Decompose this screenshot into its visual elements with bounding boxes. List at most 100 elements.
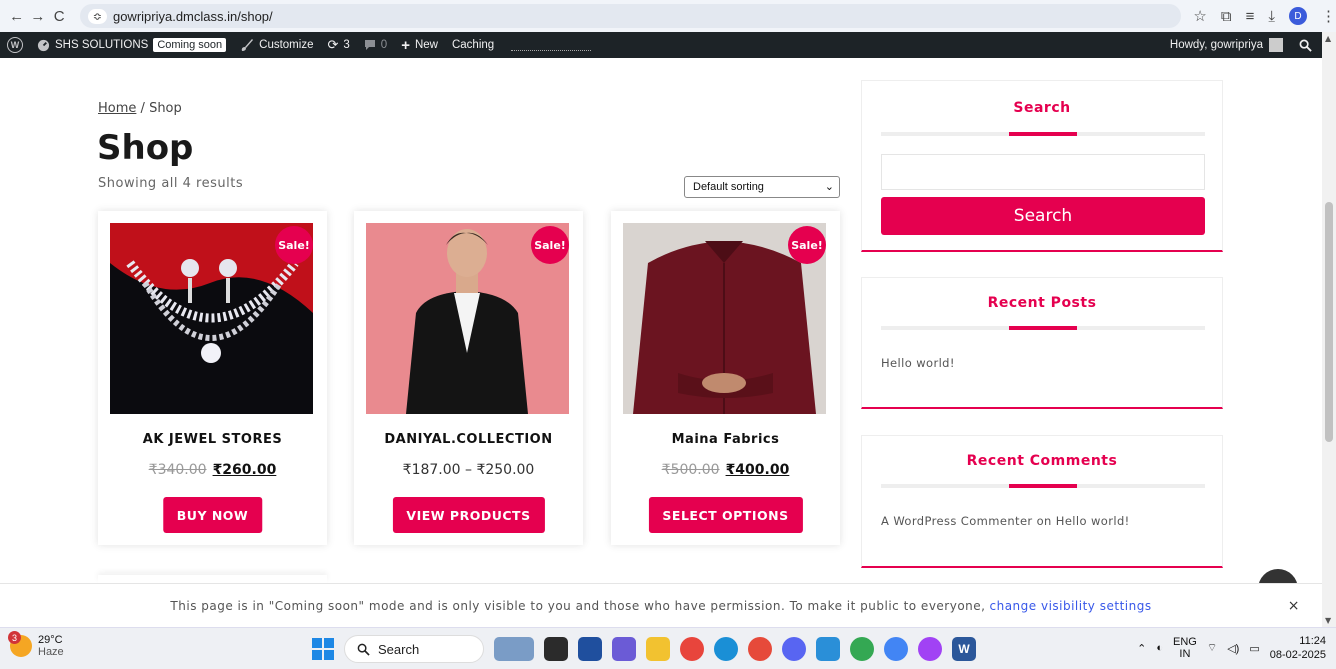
page-scrollbar[interactable]: ▲ ▼ [1322, 32, 1336, 627]
volume-icon[interactable]: ◁) [1227, 642, 1239, 655]
clock-time: 11:24 [1299, 635, 1326, 647]
coming-soon-notice: This page is in "Coming soon" mode and i… [0, 583, 1322, 627]
task-view-icon[interactable] [544, 637, 568, 661]
taskbar-search-label: Search [378, 641, 420, 657]
search-icon [357, 643, 370, 656]
profile-avatar[interactable]: D [1288, 7, 1307, 25]
file-explorer-icon[interactable] [646, 637, 670, 661]
copilot-icon[interactable] [612, 637, 636, 661]
scroll-down-arrow-icon[interactable]: ▼ [1325, 616, 1331, 625]
new-label: New [414, 39, 438, 51]
product-card: Sale! Maina Fabrics ₹500.00 ₹400.00 SELEC… [611, 211, 840, 545]
word-icon[interactable]: W [952, 637, 976, 661]
result-count: Showing all 4 results [98, 176, 244, 191]
search-button[interactable]: Search [881, 197, 1205, 235]
tray-app-icon[interactable]: ◐ [1156, 642, 1163, 654]
vivaldi-icon[interactable] [748, 637, 772, 661]
product-title[interactable]: AK JEWEL STORES [98, 432, 327, 447]
product-title[interactable]: Maina Fabrics [611, 432, 840, 447]
back-button[interactable]: ← [6, 8, 27, 25]
scrollbar-thumb[interactable] [1325, 202, 1333, 442]
breadcrumb-home-link[interactable]: Home [98, 101, 136, 116]
chrome-profile-icon[interactable] [884, 637, 908, 661]
visibility-settings-link[interactable]: change visibility settings [989, 599, 1151, 613]
edge-icon[interactable] [714, 637, 738, 661]
notepad-icon[interactable] [816, 637, 840, 661]
product-card: Sale! AK JEWEL STORES ₹340.00 ₹260.00 BUY… [98, 211, 327, 545]
sorting-select[interactable]: Default sorting ⌄ [684, 176, 840, 198]
sale-badge: Sale! [788, 226, 826, 264]
windows-start-icon[interactable] [312, 638, 334, 660]
taskbar-search[interactable]: Search [344, 635, 484, 663]
customize-link[interactable]: Customize [233, 32, 320, 58]
discord-icon[interactable] [782, 637, 806, 661]
system-clock[interactable]: 11:24 08-02-2025 [1270, 634, 1326, 662]
breadcrumb-current: Shop [149, 101, 182, 116]
comments-link[interactable]: 0 [357, 32, 394, 58]
dashboard-icon [37, 39, 50, 51]
select-options-button[interactable]: SELECT OPTIONS [648, 497, 803, 533]
chevron-down-icon: ⌄ [824, 181, 834, 193]
site-name-menu[interactable]: SHS SOLUTIONS Coming soon [30, 32, 233, 58]
updates-link[interactable]: ⟳ 3 [320, 32, 356, 58]
site-settings-icon[interactable]: ≎ [87, 8, 107, 24]
widget-title: Recent Posts [987, 295, 1097, 311]
regular-price: ₹500.00 [661, 462, 720, 478]
notice-text: This page is in "Coming soon" mode and i… [170, 598, 986, 613]
wp-admin-bar: W SHS SOLUTIONS Coming soon Customize ⟳ … [0, 32, 1322, 58]
admin-bar-placeholder [511, 39, 592, 51]
wordpress-icon: W [7, 37, 23, 53]
tab-search-icon[interactable]: ≡ [1246, 8, 1255, 25]
close-icon[interactable]: × [1288, 598, 1300, 614]
wp-logo-menu[interactable]: W [0, 32, 30, 58]
forward-button[interactable]: → [27, 8, 48, 25]
store-icon[interactable] [578, 637, 602, 661]
sale-badge: Sale! [275, 226, 313, 264]
region-code: IN [1179, 648, 1191, 660]
search-input[interactable] [881, 154, 1205, 190]
view-products-button[interactable]: VIEW PRODUCTS [392, 497, 545, 533]
user-avatar[interactable] [1269, 38, 1283, 52]
address-bar[interactable]: ≎ gowripriya.dmclass.in/shop/ [79, 4, 1182, 28]
howdy-user[interactable]: Howdy, gowripriya [1170, 39, 1263, 51]
product-price: ₹340.00 ₹260.00 [98, 462, 327, 478]
language-code: ENG [1173, 636, 1197, 648]
weather-condition: Haze [38, 646, 64, 658]
windows-taskbar: 3 29°C Haze Search W ⌃ ◐ ENG IN ⌔ ◁) ▭ 1… [0, 627, 1336, 669]
wifi-icon[interactable]: ⌔ [1207, 641, 1217, 655]
chrome-icon[interactable] [680, 637, 704, 661]
recent-comments-widget: Recent Comments A WordPress Commenter on… [861, 435, 1223, 568]
recent-post-link[interactable]: Hello world! [881, 356, 955, 370]
scroll-up-arrow-icon[interactable]: ▲ [1325, 34, 1331, 43]
chrome-profile-icon[interactable] [850, 637, 874, 661]
battery-icon[interactable]: ▭ [1249, 642, 1259, 655]
reload-button[interactable]: C [49, 8, 70, 25]
bookmark-star-icon[interactable]: ☆ [1193, 7, 1206, 25]
extensions-icon[interactable]: ⧉ [1221, 8, 1232, 25]
url-text: gowripriya.dmclass.in/shop/ [112, 8, 273, 24]
news-widget-icon[interactable] [494, 637, 534, 661]
new-content-menu[interactable]: + New [394, 32, 445, 58]
product-title[interactable]: DANIYAL.COLLECTION [354, 432, 583, 447]
widget-title: Search [1013, 100, 1071, 116]
widget-divider [881, 484, 1205, 488]
language-indicator[interactable]: ENG IN [1173, 636, 1197, 660]
tray-overflow-chevron-icon[interactable]: ⌃ [1137, 642, 1146, 655]
chrome-profile-icon[interactable] [918, 637, 942, 661]
recent-comment-link[interactable]: A WordPress Commenter on Hello world! [881, 514, 1130, 528]
coming-soon-badge[interactable]: Coming soon [153, 38, 227, 52]
browser-menu-icon[interactable]: ⋮ [1321, 7, 1336, 25]
breadcrumb-separator: / [140, 101, 145, 116]
weather-widget[interactable]: 3 29°C Haze [8, 631, 64, 658]
product-price-range: ₹187.00 – ₹250.00 [402, 462, 535, 478]
clock-date: 08-02-2025 [1269, 649, 1326, 661]
caching-menu[interactable]: Caching [445, 32, 501, 58]
search-icon[interactable] [1299, 39, 1312, 52]
download-icon[interactable]: ⤓ [1268, 8, 1275, 25]
customize-label: Customize [259, 39, 314, 51]
widget-divider [881, 326, 1205, 330]
weather-sun-icon: 3 [8, 631, 32, 657]
widget-title: Recent Comments [966, 453, 1118, 469]
sale-price: ₹260.00 [212, 462, 277, 478]
buy-now-button[interactable]: BUY NOW [162, 497, 263, 533]
